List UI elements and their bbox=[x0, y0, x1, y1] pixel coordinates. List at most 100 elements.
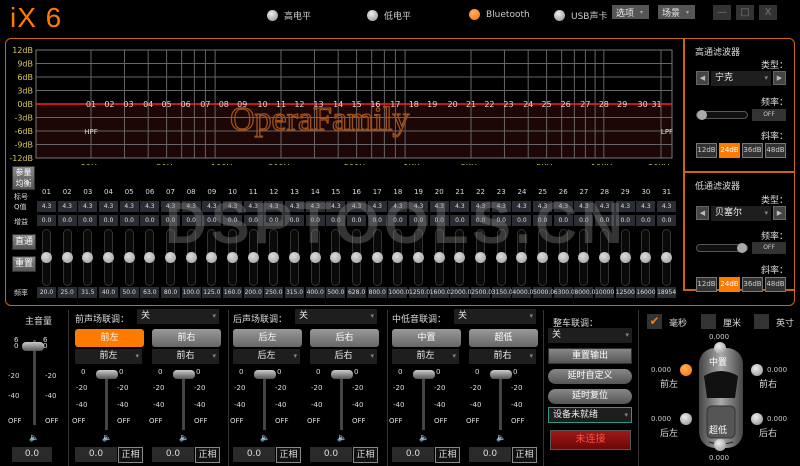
freq-input[interactable]: 1600.0 bbox=[429, 287, 451, 298]
phase-button[interactable]: 正相 bbox=[435, 447, 460, 463]
gain-slider[interactable] bbox=[619, 229, 631, 286]
slider-knob[interactable] bbox=[289, 252, 301, 263]
slider-knob[interactable] bbox=[247, 252, 259, 263]
band-marker[interactable]: 19 bbox=[427, 100, 437, 109]
lpf-slope-48db-button[interactable]: 48dB bbox=[765, 277, 786, 292]
q-input[interactable]: 4.3 bbox=[574, 201, 594, 212]
group-link-select[interactable]: 关 bbox=[454, 309, 536, 324]
channel-button[interactable]: 前右 bbox=[152, 329, 221, 347]
gain-slider[interactable] bbox=[247, 229, 259, 286]
freq-input[interactable]: 628.0 bbox=[347, 287, 367, 298]
q-input[interactable]: 4.3 bbox=[388, 201, 408, 212]
gain-input[interactable]: 0.0 bbox=[657, 215, 677, 226]
slider-knob[interactable] bbox=[185, 252, 197, 263]
gain-input[interactable]: 0.0 bbox=[37, 215, 56, 226]
unit-inch-checkbox[interactable] bbox=[754, 314, 769, 329]
channel-fader[interactable]: 0 0 -20 -20 -40 -40 OFF OFF bbox=[149, 368, 219, 432]
gain-slider[interactable] bbox=[557, 229, 569, 286]
slider-knob[interactable] bbox=[537, 252, 549, 263]
slider-knob[interactable] bbox=[640, 252, 652, 263]
front-right-speaker-button[interactable] bbox=[751, 364, 763, 376]
bypass-button[interactable]: 直通 bbox=[12, 234, 36, 250]
slider-knob[interactable] bbox=[330, 252, 342, 263]
gain-input[interactable]: 0.0 bbox=[388, 215, 408, 226]
q-input[interactable]: 4.3 bbox=[491, 201, 511, 212]
freq-input[interactable]: 1250.0 bbox=[409, 287, 430, 298]
minimize-button[interactable]: — bbox=[713, 5, 731, 20]
input-bluetooth[interactable]: Bluetooth bbox=[469, 9, 530, 20]
q-input[interactable]: 4.3 bbox=[99, 201, 118, 212]
freq-input[interactable]: 63.0 bbox=[140, 287, 160, 298]
q-input[interactable]: 4.3 bbox=[78, 201, 98, 212]
sub-speaker-button[interactable] bbox=[714, 439, 726, 451]
gain-slider[interactable] bbox=[475, 229, 487, 286]
slider-knob[interactable] bbox=[661, 252, 673, 263]
options-menu[interactable]: 选项 ▾ bbox=[612, 5, 649, 19]
q-input[interactable]: 4.3 bbox=[37, 201, 56, 212]
gain-slider[interactable] bbox=[640, 229, 652, 286]
channel-fader[interactable]: 0 0 -20 -20 -40 -40 OFF OFF bbox=[307, 368, 377, 432]
gain-input[interactable]: 0.0 bbox=[533, 215, 553, 226]
slider-knob[interactable] bbox=[413, 252, 425, 263]
band-marker[interactable]: 20 bbox=[447, 100, 457, 109]
q-input[interactable]: 4.3 bbox=[57, 201, 77, 212]
q-input[interactable]: 4.3 bbox=[595, 201, 615, 212]
gain-slider[interactable] bbox=[61, 229, 73, 286]
channel-button[interactable]: 后左 bbox=[233, 329, 302, 347]
gain-slider[interactable] bbox=[309, 229, 321, 286]
gain-input[interactable]: 0.0 bbox=[553, 215, 573, 226]
gain-input[interactable]: 0.0 bbox=[140, 215, 160, 226]
lpf-slope-36db-button[interactable]: 36dB bbox=[742, 277, 763, 292]
q-input[interactable]: 4.3 bbox=[409, 201, 429, 212]
q-input[interactable]: 4.3 bbox=[450, 201, 470, 212]
band-marker[interactable]: 13 bbox=[313, 100, 323, 109]
q-input[interactable]: 4.3 bbox=[533, 201, 553, 212]
eq-response-graph[interactable]: 12dB 9dB 6dB 3dB 0dB -3dB -6dB -9dB -12dB 20Hz 50H… bbox=[0, 40, 680, 165]
gain-slider[interactable] bbox=[371, 229, 383, 286]
master-volume-value[interactable]: 0.0 bbox=[12, 447, 52, 462]
rear-left-speaker-button[interactable] bbox=[680, 413, 692, 425]
group-link-select[interactable]: 关 bbox=[295, 309, 377, 324]
freq-input[interactable]: 6300.0 bbox=[553, 287, 575, 298]
band-marker[interactable]: 31 bbox=[651, 100, 661, 109]
gain-slider[interactable] bbox=[103, 229, 114, 286]
phase-button[interactable]: 正相 bbox=[512, 447, 537, 463]
gain-input[interactable]: 0.0 bbox=[450, 215, 470, 226]
phase-button[interactable]: 正相 bbox=[353, 447, 378, 463]
gain-input[interactable]: 0.0 bbox=[367, 215, 387, 226]
gain-input[interactable]: 0.0 bbox=[347, 215, 367, 226]
delay-reset-button[interactable]: 延时复位 bbox=[548, 389, 632, 404]
band-marker[interactable]: 02 bbox=[104, 100, 114, 109]
band-marker[interactable]: 25 bbox=[542, 100, 552, 109]
slider-knob[interactable] bbox=[619, 252, 631, 263]
channel-volume-value[interactable]: 0.0 bbox=[469, 447, 511, 462]
gain-slider[interactable] bbox=[413, 229, 425, 286]
gain-slider[interactable] bbox=[433, 229, 445, 286]
slider-knob[interactable] bbox=[578, 252, 590, 263]
fader-knob[interactable] bbox=[173, 370, 195, 379]
gain-slider[interactable] bbox=[578, 229, 590, 286]
gain-input[interactable]: 0.0 bbox=[574, 215, 594, 226]
band-marker[interactable]: 26 bbox=[561, 100, 571, 109]
fader-knob[interactable] bbox=[331, 370, 353, 379]
freq-input[interactable]: 125.0 bbox=[202, 287, 222, 298]
fader-knob[interactable] bbox=[490, 370, 512, 379]
freq-input[interactable]: 80.0 bbox=[161, 287, 181, 298]
slider-knob[interactable] bbox=[454, 252, 466, 263]
gain-input[interactable]: 0.0 bbox=[181, 215, 201, 226]
gain-input[interactable]: 0.0 bbox=[636, 215, 656, 226]
freq-input[interactable]: 400.0 bbox=[305, 287, 325, 298]
band-marker[interactable]: 11 bbox=[276, 100, 286, 109]
gain-input[interactable]: 0.0 bbox=[264, 215, 284, 226]
q-input[interactable]: 4.3 bbox=[429, 201, 449, 212]
custom-delay-button[interactable]: 延时自定义 bbox=[548, 369, 632, 384]
band-marker[interactable]: 12 bbox=[294, 100, 304, 109]
band-marker[interactable]: 16 bbox=[370, 100, 380, 109]
slider-knob[interactable] bbox=[557, 252, 569, 263]
freq-input[interactable]: 500.0 bbox=[326, 287, 346, 298]
q-input[interactable]: 4.3 bbox=[140, 201, 160, 212]
channel-button[interactable]: 前左 bbox=[75, 329, 144, 347]
q-input[interactable]: 4.3 bbox=[615, 201, 635, 212]
band-marker[interactable]: 23 bbox=[503, 100, 513, 109]
q-input[interactable]: 4.3 bbox=[305, 201, 325, 212]
